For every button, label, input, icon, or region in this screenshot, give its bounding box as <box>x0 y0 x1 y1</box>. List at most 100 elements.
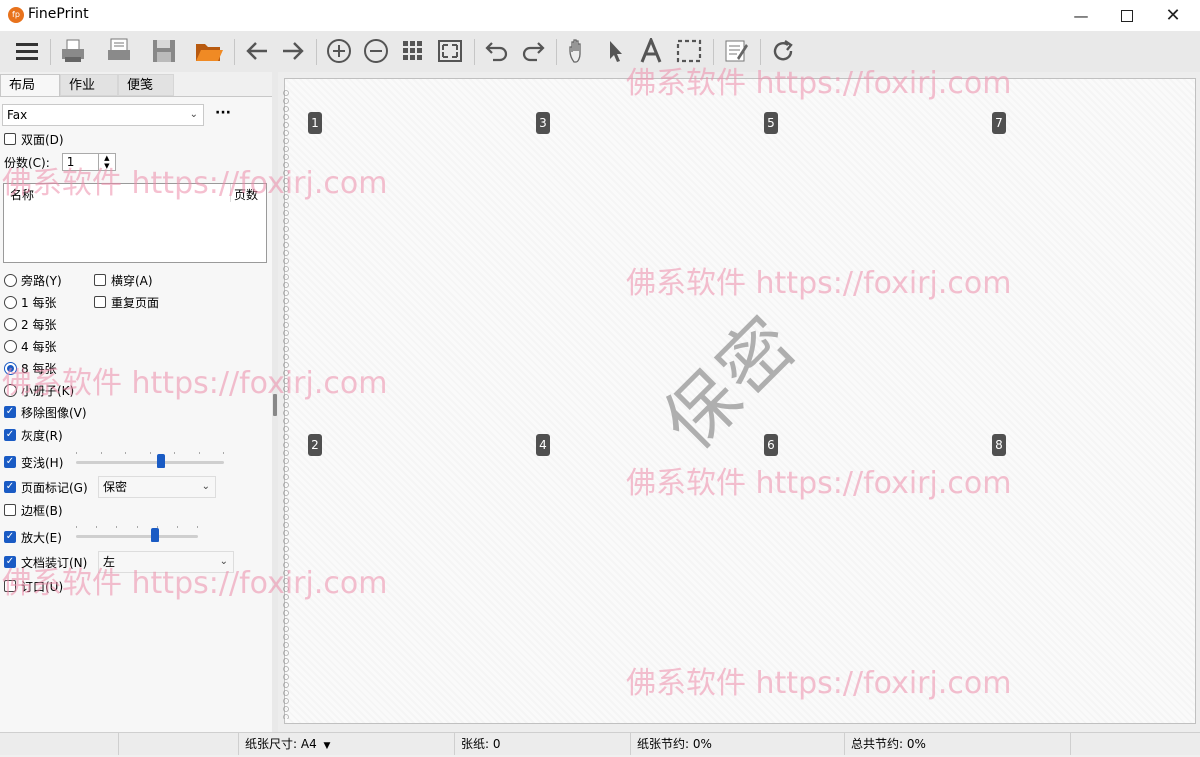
duplex-label: 双面(D) <box>21 132 64 147</box>
back-arrow-icon <box>246 42 267 60</box>
paper-size-text: 纸张尺寸: A4 <box>245 737 317 751</box>
lighten-slider[interactable] <box>76 452 224 470</box>
text-tool-button[interactable] <box>636 36 666 66</box>
maximize-icon <box>1121 9 1133 22</box>
radio-8-per[interactable]: 8 每张 <box>4 358 56 378</box>
redo-button[interactable] <box>518 36 548 66</box>
radio-bypass[interactable]: 旁路(Y) <box>4 270 62 290</box>
paper-size-dropdown[interactable]: 纸张尺寸: A4 ▼ <box>238 733 454 755</box>
more-options-button[interactable]: ··· <box>215 105 231 121</box>
col-pages-header[interactable]: 页数 <box>234 186 258 203</box>
check-icon: ✓ <box>4 481 16 493</box>
job-list[interactable]: 名称 页数 <box>3 183 267 263</box>
header-mark-checkbox[interactable]: ✓ 页面标记(G) <box>4 477 88 497</box>
layout-panel: Fax ⌄ ··· 双面(D) 份数(C): 1 ▲ ▼ 名称 页数 旁路(Y) … <box>0 96 272 733</box>
menu-button[interactable] <box>12 36 42 66</box>
check-icon: ✓ <box>4 556 16 568</box>
refresh-button[interactable] <box>768 36 798 66</box>
binding-label: 文档装订(N) <box>21 555 88 570</box>
thumbnails-button[interactable] <box>398 36 428 66</box>
page-number: 5 <box>764 112 778 134</box>
across-checkbox[interactable]: 横穿(A) <box>94 270 153 290</box>
radio-circle <box>4 317 17 331</box>
slider-thumb[interactable] <box>151 528 159 542</box>
zoom-slider[interactable] <box>76 526 198 544</box>
tab-notes[interactable]: 便笺 <box>118 74 174 96</box>
minimize-button[interactable]: — <box>1058 0 1104 31</box>
copies-value: 1 <box>66 155 75 169</box>
binding-checkbox[interactable]: ✓ 文档装订(N) <box>4 552 87 572</box>
copies-stepper[interactable]: 1 ▲ ▼ <box>61 153 116 171</box>
status-bar: 纸张尺寸: A4 ▼ 张纸: 0 纸张节约: 0% 总共节约: 0% <box>0 732 1200 755</box>
slider-thumb[interactable] <box>157 454 165 468</box>
undo-button[interactable] <box>482 36 512 66</box>
radio-1-per[interactable]: 1 每张 <box>4 292 56 312</box>
print-settings-button[interactable] <box>104 36 134 66</box>
page-number: 6 <box>764 434 778 456</box>
edit-page-icon <box>725 40 748 62</box>
zoom-out-button[interactable] <box>361 36 391 66</box>
chevron-down-icon: ⌄ <box>219 556 228 567</box>
tab-bar: 布局 作业 便笺 <box>0 72 272 96</box>
page-number: 8 <box>992 434 1006 456</box>
radio-circle-selected <box>4 361 17 375</box>
zoom-checkbox[interactable]: ✓ 放大(E) <box>4 527 62 547</box>
close-button[interactable]: ✕ <box>1150 0 1196 31</box>
radio-2-per[interactable]: 2 每张 <box>4 314 56 334</box>
forward-button[interactable] <box>278 36 308 66</box>
binding-select[interactable]: 左 ⌄ <box>98 551 234 573</box>
select-rect-button[interactable] <box>674 36 704 66</box>
undo-icon <box>485 42 508 62</box>
open-button[interactable] <box>194 36 224 66</box>
header-mark-label: 页面标记(G) <box>21 480 88 495</box>
print-button[interactable] <box>58 36 88 66</box>
copies-row: 份数(C): 1 ▲ ▼ <box>4 152 116 172</box>
print-icon <box>62 39 84 62</box>
grayscale-checkbox[interactable]: ✓ 灰度(R) <box>4 425 63 445</box>
select-rect-icon <box>676 39 702 63</box>
checkbox-box <box>94 296 106 308</box>
minimize-icon: — <box>1073 6 1089 25</box>
border-checkbox[interactable]: 边框(B) <box>4 500 63 520</box>
radio-booklet-label: 小册子(K) <box>21 383 75 398</box>
header-mark-select[interactable]: 保密 ⌄ <box>98 476 216 498</box>
page-number: 1 <box>308 112 322 134</box>
printer-select[interactable]: Fax ⌄ <box>2 104 204 126</box>
page-number: 7 <box>992 112 1006 134</box>
repeat-page-label: 重复页面 <box>111 295 160 310</box>
fit-page-icon <box>438 40 462 62</box>
tab-job[interactable]: 作业 <box>60 74 118 96</box>
fit-page-button[interactable] <box>435 36 465 66</box>
settings-panel: 布局 作业 便笺 Fax ⌄ ··· 双面(D) 份数(C): 1 ▲ ▼ 名称 … <box>0 72 272 733</box>
radio-bypass-label: 旁路(Y) <box>21 273 62 288</box>
stepper-arrows-icon[interactable]: ▲ ▼ <box>97 154 115 170</box>
repeat-page-checkbox[interactable]: 重复页面 <box>94 292 159 312</box>
edit-page-button[interactable] <box>721 36 751 66</box>
checkbox-box <box>94 274 106 286</box>
radio-4-per[interactable]: 4 每张 <box>4 336 56 356</box>
splitter-handle-icon[interactable] <box>273 394 277 416</box>
zoom-in-button[interactable] <box>324 36 354 66</box>
radio-booklet[interactable]: 小册子(K) <box>4 380 74 400</box>
maximize-button[interactable] <box>1104 0 1150 31</box>
tab-layout[interactable]: 布局 <box>0 74 60 96</box>
radio-circle <box>4 339 17 353</box>
remove-images-checkbox[interactable]: ✓ 移除图像(V) <box>4 402 87 422</box>
duplex-checkbox[interactable]: 双面(D) <box>4 129 64 149</box>
check-icon: ✓ <box>4 429 16 441</box>
zoom-label: 放大(E) <box>21 530 62 545</box>
lighten-checkbox[interactable]: ✓ 变浅(H) <box>4 452 63 472</box>
radio-8-per-label: 8 每张 <box>21 361 57 376</box>
header-mark-value: 保密 <box>103 480 128 494</box>
hand-tool-button[interactable] <box>564 36 594 66</box>
printer-select-value: Fax <box>7 108 28 122</box>
gutter-checkbox[interactable]: 订口(U) <box>4 576 63 596</box>
thumbnails-icon <box>403 41 422 60</box>
col-name-header[interactable]: 名称 <box>10 186 34 203</box>
pointer-tool-button[interactable] <box>600 36 630 66</box>
refresh-icon <box>773 40 793 61</box>
back-button[interactable] <box>242 36 272 66</box>
hand-icon <box>569 39 581 63</box>
pointer-icon <box>610 41 622 62</box>
save-button[interactable] <box>149 36 179 66</box>
